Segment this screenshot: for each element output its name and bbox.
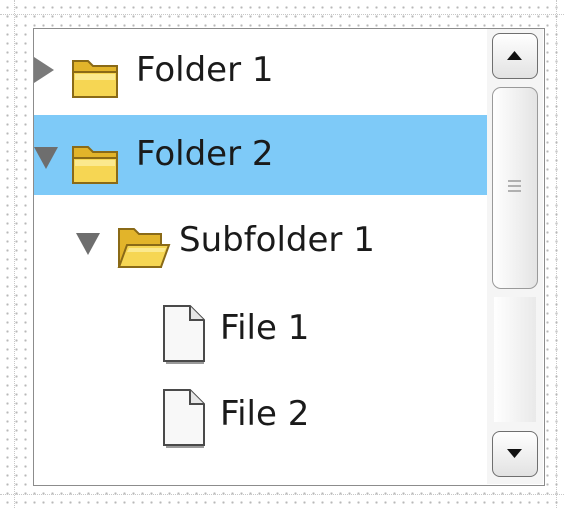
arrow-up-icon [507, 51, 522, 60]
grid-line [0, 14, 564, 15]
file-icon [163, 389, 205, 448]
tree-item-folder-1[interactable]: Folder 1 [34, 29, 488, 109]
tree-item-label: File 1 [220, 308, 310, 348]
grid-line [14, 0, 15, 508]
tree-item-folder-2[interactable]: Folder 2 [34, 115, 488, 195]
tree-item-label: Folder 1 [136, 50, 274, 90]
tree-view[interactable]: Folder 1 Folder 2 Subfolder 1 File 1 Fil… [33, 28, 545, 486]
folder-icon [72, 60, 118, 98]
scroll-up-button[interactable] [492, 33, 538, 79]
folder-icon [72, 146, 118, 184]
scroll-down-button[interactable] [492, 431, 538, 477]
tree-item-label: Folder 2 [136, 134, 274, 174]
scroll-track[interactable] [494, 297, 536, 422]
tree-item-file-2[interactable]: File 2 [34, 373, 488, 453]
tree-item-file-1[interactable]: File 1 [34, 287, 488, 367]
expand-arrow-icon[interactable] [34, 55, 60, 85]
scroll-thumb[interactable] [492, 87, 538, 289]
tree-item-label: Subfolder 1 [179, 220, 375, 260]
arrow-down-icon [507, 449, 522, 458]
grid-line [556, 0, 557, 508]
collapse-arrow-icon[interactable] [76, 229, 102, 259]
grid-line [0, 494, 564, 495]
tree-item-subfolder-1[interactable]: Subfolder 1 [34, 201, 488, 281]
tree-item-label: File 2 [220, 394, 310, 434]
collapse-arrow-icon[interactable] [34, 143, 60, 173]
grip-icon [508, 180, 521, 192]
vertical-scrollbar[interactable] [487, 29, 543, 484]
folder-open-icon [117, 228, 171, 268]
file-icon [163, 305, 205, 364]
